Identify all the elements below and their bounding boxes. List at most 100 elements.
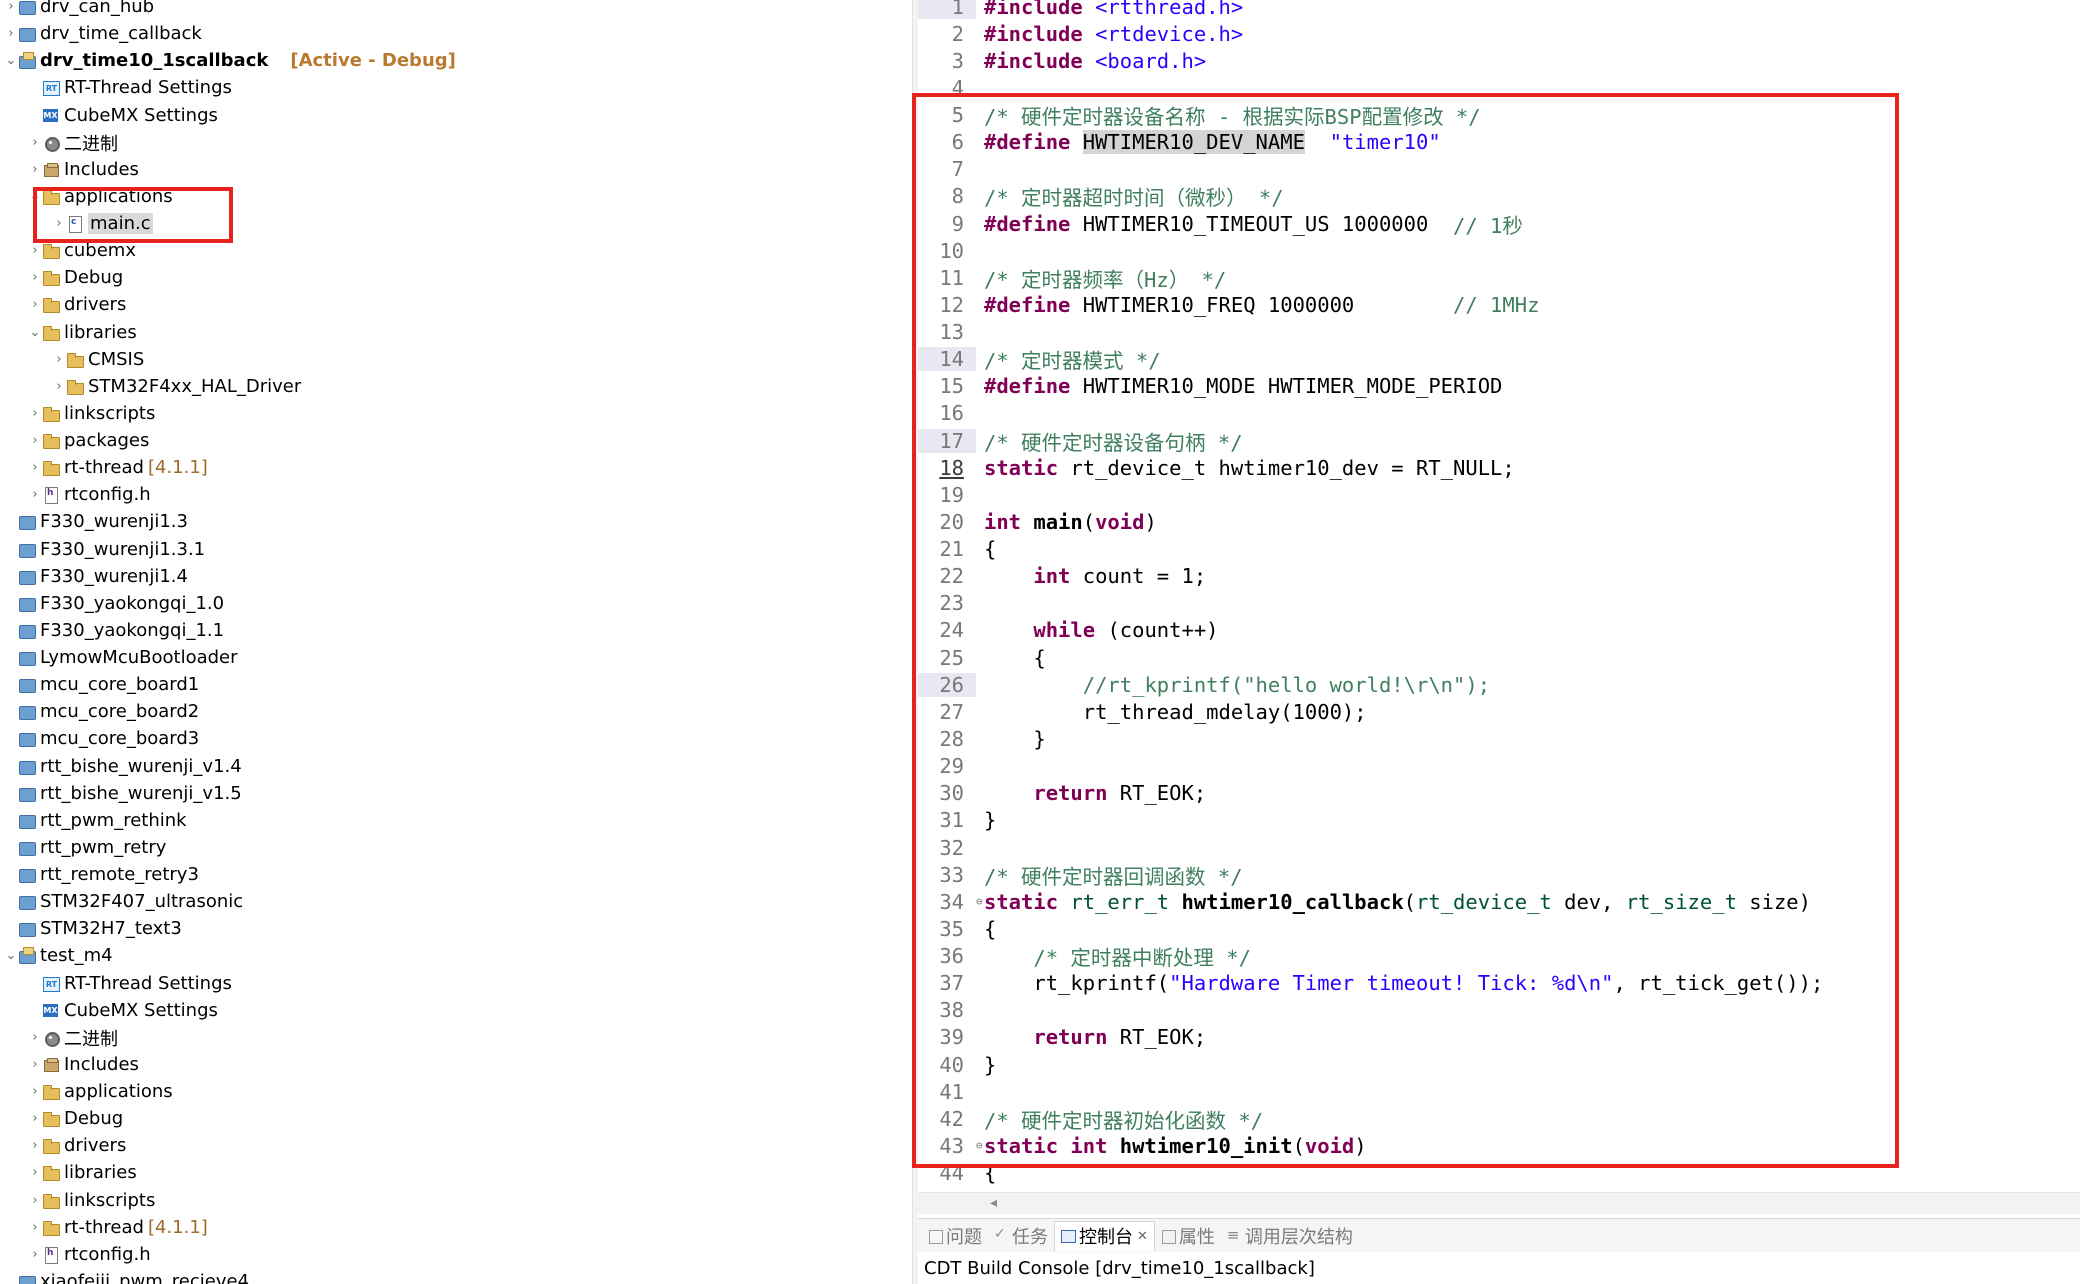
chevron-right-icon[interactable]: › bbox=[28, 1165, 42, 1180]
tree-item[interactable]: RT-Thread Settings bbox=[0, 970, 912, 997]
fold-toggle-icon[interactable]: ⊖ bbox=[976, 1139, 984, 1152]
panel-tab[interactable]: 问题 bbox=[922, 1221, 988, 1251]
code-line[interactable]: 2 #include <rtdevice.h> bbox=[918, 20, 2080, 47]
tree-item[interactable]: › cubemx bbox=[0, 237, 912, 264]
chevron-right-icon[interactable]: › bbox=[28, 433, 42, 448]
code-line[interactable]: 31} bbox=[918, 807, 2080, 834]
tree-item[interactable]: LymowMcuBootloader bbox=[0, 644, 912, 671]
chevron-down-icon[interactable]: ⌄ bbox=[28, 189, 42, 204]
tree-item[interactable]: ⌄ libraries bbox=[0, 319, 912, 346]
chevron-right-icon[interactable]: › bbox=[28, 135, 42, 150]
panel-tab[interactable]: 属性 bbox=[1155, 1221, 1221, 1251]
chevron-right-icon[interactable]: › bbox=[28, 1138, 42, 1153]
code-line[interactable]: 34 ⊖ static rt_err_t hwtimer10_callback(rt… bbox=[918, 888, 2080, 915]
code-line[interactable]: 36 /* 定时器中断处理 */ bbox=[918, 943, 2080, 970]
chevron-right-icon[interactable]: › bbox=[52, 216, 66, 231]
chevron-right-icon[interactable]: › bbox=[4, 0, 18, 14]
tree-item[interactable]: › Debug bbox=[0, 1105, 912, 1132]
chevron-right-icon[interactable]: › bbox=[28, 487, 42, 502]
code-line[interactable]: 38 bbox=[918, 997, 2080, 1024]
code-line[interactable]: 40} bbox=[918, 1051, 2080, 1078]
chevron-right-icon[interactable]: › bbox=[4, 26, 18, 41]
code-line[interactable]: 5 /* 硬件定时器设备名称 - 根据实际BSP配置修改 */ bbox=[918, 102, 2080, 129]
code-line[interactable]: 30 return RT_EOK; bbox=[918, 780, 2080, 807]
code-line[interactable]: 26 //rt_kprintf("hello world!\r\n"); bbox=[918, 671, 2080, 698]
tree-item[interactable]: › Debug bbox=[0, 264, 912, 291]
tree-item[interactable]: STM32H7_text3 bbox=[0, 915, 912, 942]
code-line[interactable]: 8 /* 定时器超时时间（微秒） */ bbox=[918, 183, 2080, 210]
code-line[interactable]: 23 bbox=[918, 590, 2080, 617]
tree-item[interactable]: RT-Thread Settings bbox=[0, 74, 912, 101]
chevron-right-icon[interactable]: › bbox=[28, 297, 42, 312]
code-line[interactable]: 24 while (count++) bbox=[918, 617, 2080, 644]
tree-item[interactable]: › rt-thread [4.1.1] bbox=[0, 454, 912, 481]
code-line[interactable]: 33 /* 硬件定时器回调函数 */ bbox=[918, 861, 2080, 889]
code-line[interactable]: 44 { bbox=[918, 1160, 2080, 1187]
code-line[interactable]: 15 #define HWTIMER10_MODE HWTIMER_MODE_PE… bbox=[918, 373, 2080, 400]
tree-item[interactable]: › drv_time_callback bbox=[0, 20, 912, 47]
close-icon[interactable]: ✕ bbox=[1137, 1229, 1148, 1244]
code-line[interactable]: 7 bbox=[918, 156, 2080, 183]
tree-item[interactable]: CubeMX Settings bbox=[0, 997, 912, 1024]
tree-item[interactable]: › 二进制 bbox=[0, 129, 912, 156]
chevron-right-icon[interactable]: › bbox=[28, 1220, 42, 1235]
tree-item[interactable]: F330_wurenji1.3.1 bbox=[0, 536, 912, 563]
tree-item[interactable]: › drivers bbox=[0, 291, 912, 318]
chevron-right-icon[interactable]: › bbox=[52, 379, 66, 394]
tree-item[interactable]: STM32F407_ultrasonic bbox=[0, 888, 912, 915]
tree-item[interactable]: › libraries bbox=[0, 1159, 912, 1186]
chevron-right-icon[interactable]: › bbox=[52, 352, 66, 367]
tree-item[interactable]: › linkscripts bbox=[0, 400, 912, 427]
horizontal-scrollbar[interactable]: ◂ bbox=[918, 1192, 2080, 1214]
code-line[interactable]: 41 bbox=[918, 1078, 2080, 1105]
code-line[interactable]: 10 bbox=[918, 237, 2080, 264]
tree-item[interactable]: › rtconfig.h bbox=[0, 1241, 912, 1268]
code-line[interactable]: 27 rt_thread_mdelay(1000); bbox=[918, 698, 2080, 725]
code-line[interactable]: 12 #define HWTIMER10_FREQ 1000000 // 1MHz bbox=[918, 291, 2080, 318]
code-line[interactable]: 6 #define HWTIMER10_DEV_NAME "timer10" bbox=[918, 129, 2080, 156]
tree-item[interactable]: rtt_bishe_wurenji_v1.4 bbox=[0, 753, 912, 780]
tree-item[interactable]: mcu_core_board2 bbox=[0, 698, 912, 725]
code-line[interactable]: 19 bbox=[918, 481, 2080, 508]
tree-item[interactable]: › STM32F4xx_HAL_Driver bbox=[0, 373, 912, 400]
tree-item[interactable]: › Includes bbox=[0, 156, 912, 183]
code-line[interactable]: 35 { bbox=[918, 915, 2080, 942]
tree-item[interactable]: › rtconfig.h bbox=[0, 481, 912, 508]
chevron-right-icon[interactable]: › bbox=[28, 1247, 42, 1262]
code-line[interactable]: 17 /* 硬件定时器设备句柄 */ bbox=[918, 427, 2080, 455]
code-line[interactable]: 14 /* 定时器模式 */ bbox=[918, 346, 2080, 373]
tree-item[interactable]: › Includes bbox=[0, 1051, 912, 1078]
code-line[interactable]: 25 { bbox=[918, 644, 2080, 671]
tree-item[interactable]: CubeMX Settings bbox=[0, 102, 912, 129]
code-line[interactable]: 42 /* 硬件定时器初始化函数 */ bbox=[918, 1105, 2080, 1133]
panel-tab[interactable]: 任务 bbox=[988, 1221, 1054, 1251]
chevron-right-icon[interactable]: › bbox=[28, 162, 42, 177]
chevron-right-icon[interactable]: › bbox=[28, 1057, 42, 1072]
code-editor[interactable]: 1 #include <rtthread.h> 2 #include <rtdevic… bbox=[918, 0, 2080, 1216]
chevron-right-icon[interactable]: › bbox=[28, 406, 42, 421]
tree-item[interactable]: F330_wurenji1.3 bbox=[0, 508, 912, 535]
code-line[interactable]: 37 rt_kprintf("Hardware Timer timeout! T… bbox=[918, 970, 2080, 997]
tree-item[interactable]: › main.c bbox=[0, 210, 912, 237]
code-line[interactable]: 39 return RT_EOK; bbox=[918, 1024, 2080, 1051]
tree-item[interactable]: F330_yaokongqi_1.1 bbox=[0, 617, 912, 644]
code-line[interactable]: 13 bbox=[918, 319, 2080, 346]
tree-item[interactable]: mcu_core_board3 bbox=[0, 725, 912, 752]
code-line[interactable]: 9 #define HWTIMER10_TIMEOUT_US 1000000 //… bbox=[918, 210, 2080, 238]
chevron-down-icon[interactable]: ⌄ bbox=[28, 325, 42, 340]
panel-tab[interactable]: 调用层次结构 bbox=[1221, 1221, 1359, 1251]
tree-item[interactable]: › rt-thread [4.1.1] bbox=[0, 1214, 912, 1241]
tree-item[interactable]: › drivers bbox=[0, 1132, 912, 1159]
tree-item[interactable]: F330_wurenji1.4 bbox=[0, 563, 912, 590]
tree-item[interactable]: › 二进制 bbox=[0, 1024, 912, 1051]
tree-item[interactable]: › packages bbox=[0, 427, 912, 454]
tree-item[interactable]: ⌄ test_m4 bbox=[0, 942, 912, 969]
chevron-down-icon[interactable]: ⌄ bbox=[4, 948, 18, 963]
code-line[interactable]: 21 { bbox=[918, 536, 2080, 563]
code-line[interactable]: 32 bbox=[918, 834, 2080, 861]
chevron-right-icon[interactable]: › bbox=[28, 1193, 42, 1208]
code-line[interactable]: 4 bbox=[918, 74, 2080, 101]
tree-item[interactable]: mcu_core_board1 bbox=[0, 671, 912, 698]
chevron-down-icon[interactable]: ⌄ bbox=[4, 53, 18, 68]
scroll-left-icon[interactable]: ◂ bbox=[990, 1195, 997, 1211]
